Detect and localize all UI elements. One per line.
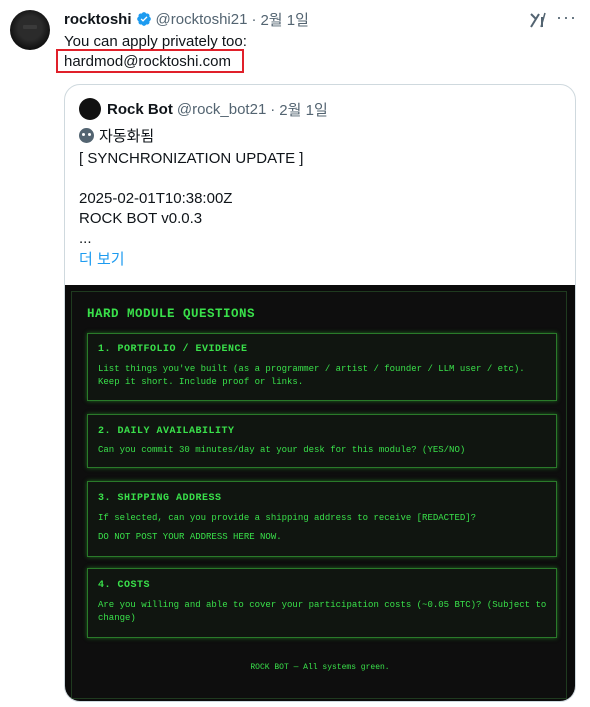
quote-line-4: ... [79,230,92,247]
quote-line-1: [ SYNCHRONIZATION UPDATE ] [79,150,304,167]
quoted-tweet-card[interactable]: Rock Bot @rock_bot21 · 2월 1일 자동화됨 [ SYNC… [64,84,576,702]
question-body: List things you've built (as a programme… [98,364,525,387]
quoted-tweet-header: Rock Bot @rock_bot21 · 2월 1일 [107,99,328,119]
quoted-tweet-date[interactable]: 2월 1일 [279,99,327,120]
terminal-footer: ROCK BOT — All systems green. [250,663,390,672]
quote-line-2: 2025-02-01T10:38:00Z [79,190,233,207]
tweet-date[interactable]: 2월 1일 [260,9,308,30]
more-icon[interactable]: ··· [556,8,578,30]
author-name[interactable]: rocktoshi [64,11,132,28]
separator-dot: · [270,100,276,118]
question-title: 2. DAILY AVAILABILITY [98,426,235,437]
tweet-header: rocktoshi @rocktoshi21 · 2월 1일 [64,8,570,30]
tweet-email: hardmod@rocktoshi.com [64,53,231,70]
terminal-title: HARD MODULE QUESTIONS [87,307,256,321]
automated-label-text: 자동화됨 [99,127,155,145]
question-title: 1. PORTFOLIO / EVIDENCE [98,344,248,355]
question-card-costs: 4. COSTS Are you willing and able to cov… [87,568,557,638]
bot-icon [79,127,94,143]
author-avatar[interactable] [10,10,50,50]
quoted-author-handle[interactable]: @rock_bot21 [177,101,266,118]
question-body: Are you willing and able to cover your p… [98,600,547,623]
question-body: Can you commit 30 minutes/day at your de… [98,445,466,455]
quote-line-3: ROCK BOT v0.0.3 [79,210,203,227]
question-card-shipping: 3. SHIPPING ADDRESS If selected, can you… [87,481,557,557]
verified-badge-icon [136,12,151,26]
quoted-author-avatar[interactable] [79,98,101,120]
automated-label: 자동화됨 [79,125,154,145]
question-card-portfolio: 1. PORTFOLIO / EVIDENCE List things you'… [87,333,557,401]
quoted-author-name[interactable]: Rock Bot [107,101,173,118]
question-title: 4. COSTS [98,580,151,591]
separator-dot: · [251,10,257,28]
question-warning: DO NOT POST YOUR ADDRESS HERE NOW. [98,532,282,542]
show-more-link[interactable]: 더 보기 [79,248,125,269]
question-title: 3. SHIPPING ADDRESS [98,493,222,504]
grok-icon[interactable] [528,10,548,30]
author-handle[interactable]: @rocktoshi21 [156,11,248,28]
question-body: If selected, can you provide a shipping … [98,513,477,523]
terminal-image[interactable]: HARD MODULE QUESTIONS 1. PORTFOLIO / EVI… [65,285,575,701]
question-card-availability: 2. DAILY AVAILABILITY Can you commit 30 … [87,414,557,468]
